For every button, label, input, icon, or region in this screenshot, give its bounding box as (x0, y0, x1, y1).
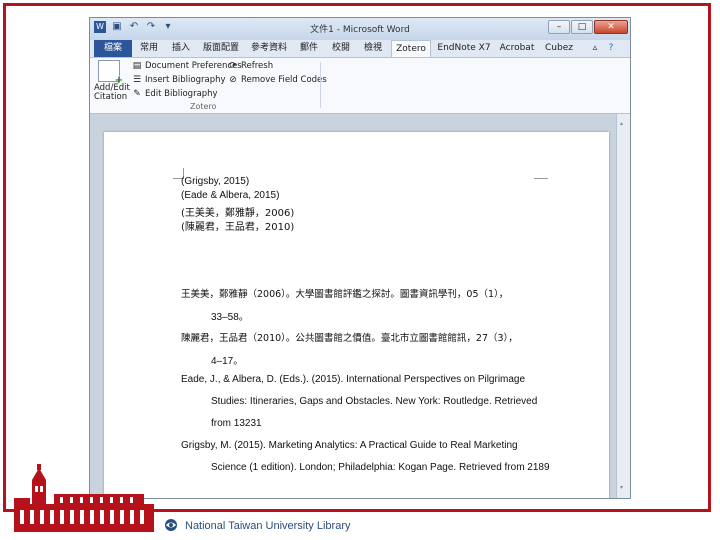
bibliography-entry[interactable]: Grigsby, M. (2015). Marketing Analytics:… (181, 440, 518, 451)
add-edit-citation-button[interactable]: Add/Edit Citation (94, 60, 130, 102)
citation-line[interactable]: (陳麗君，王品君，2010) (181, 218, 294, 233)
scroll-up-icon[interactable]: ▴ (620, 120, 626, 127)
tab-references[interactable]: 參考資料 (246, 40, 292, 57)
ntu-library-mark-icon (165, 519, 177, 531)
bibliography-entry-cont[interactable]: from 13231 (211, 418, 262, 429)
document-area: (Grigsby, 2015) (Eade & Albera, 2015) (王… (90, 114, 618, 498)
remove-field-codes-icon: ⊘ (229, 75, 237, 85)
library-name: National Taiwan University Library (185, 520, 351, 532)
close-button[interactable]: ✕ (594, 20, 628, 34)
document-preferences-button[interactable]: ▤ Document Preferences (132, 61, 242, 71)
bibliography-entry[interactable]: Eade, J., & Albera, D. (Eds.). (2015). I… (181, 374, 525, 385)
tab-review[interactable]: 校閱 (326, 40, 356, 57)
refresh-button[interactable]: ⟳ Refresh (228, 61, 273, 71)
insert-bibliography-icon: ☰ (132, 75, 142, 85)
bibliography-entry[interactable]: 王美美，鄭雅靜（2006）。大學圖書館評鑑之探討。圖書資訊學刊，05（1）， (181, 286, 508, 300)
document-page[interactable]: (Grigsby, 2015) (Eade & Albera, 2015) (王… (104, 132, 609, 498)
add-edit-citation-label: Add/Edit Citation (94, 83, 130, 102)
tab-file[interactable]: 檔案 (94, 40, 132, 57)
tab-view[interactable]: 檢視 (358, 40, 388, 57)
tab-zotero[interactable]: Zotero (391, 40, 431, 57)
ntu-building-logo (14, 464, 154, 532)
bibliography-entry-cont[interactable]: Science (1 edition). London; Philadelphi… (211, 462, 550, 473)
minimize-ribbon-icon[interactable]: ▵ (588, 40, 602, 57)
refresh-icon: ⟳ (229, 61, 237, 71)
insert-bibliography-button[interactable]: ☰ Insert Bibliography (132, 75, 226, 85)
tab-insert[interactable]: 插入 (166, 40, 196, 57)
window-controls: – □ ✕ (548, 20, 628, 34)
bibliography-entry-cont[interactable]: 4–17。 (211, 352, 243, 367)
vertical-scrollbar[interactable]: ▴ ▾ (616, 114, 630, 498)
bibliography-entry-cont[interactable]: 33–58。 (211, 308, 249, 323)
ribbon-group-separator (320, 62, 321, 108)
zotero-ribbon: Add/Edit Citation ▤ Document Preferences… (90, 57, 630, 114)
edit-bibliography-icon: ✎ (133, 89, 141, 99)
edit-bibliography-button[interactable]: ✎ Edit Bibliography (132, 89, 218, 99)
help-icon[interactable]: ? (604, 40, 618, 57)
tab-home[interactable]: 常用 (134, 40, 164, 57)
remove-field-codes-label: Remove Field Codes (241, 75, 327, 85)
add-citation-icon (98, 60, 123, 85)
tab-cubez[interactable]: Cubez (541, 40, 577, 57)
zotero-group-label: Zotero (190, 102, 217, 111)
tab-mailings[interactable]: 郵件 (294, 40, 324, 57)
bibliography-entry-cont[interactable]: Studies: Itineraries, Gaps and Obstacles… (211, 396, 537, 407)
minimize-button[interactable]: – (548, 20, 570, 34)
edit-bibliography-label: Edit Bibliography (145, 89, 218, 99)
tab-endnote[interactable]: EndNote X7 (435, 40, 493, 57)
title-bar: W ▣ ↶ ↷ ▾ 文件1 - Microsoft Word – □ ✕ (90, 18, 630, 40)
document-preferences-icon: ▤ (132, 61, 142, 71)
ribbon-tabs: 檔案 常用 插入 版面配置 參考資料 郵件 校閱 檢視 Zotero EndNo… (90, 40, 630, 57)
margin-marker-right (534, 178, 548, 179)
bibliography-entry[interactable]: 陳麗君，王品君（2010）。公共圖書館之價值。臺北市立圖書館館訊，27（3）， (181, 330, 518, 344)
remove-field-codes-button[interactable]: ⊘ Remove Field Codes (228, 75, 327, 85)
insert-bibliography-label: Insert Bibliography (145, 75, 226, 85)
tab-page-layout[interactable]: 版面配置 (198, 40, 244, 57)
citation-line[interactable]: (Eade & Albera, 2015) (181, 190, 279, 201)
tab-acrobat[interactable]: Acrobat (496, 40, 538, 57)
word-window: W ▣ ↶ ↷ ▾ 文件1 - Microsoft Word – □ ✕ 檔案 … (89, 17, 631, 499)
citation-line[interactable]: (Grigsby, 2015) (181, 176, 249, 187)
citation-line[interactable]: (王美美，鄭雅靜，2006) (181, 204, 294, 219)
refresh-label: Refresh (241, 61, 274, 71)
scroll-down-icon[interactable]: ▾ (620, 484, 626, 491)
maximize-button[interactable]: □ (571, 20, 593, 34)
